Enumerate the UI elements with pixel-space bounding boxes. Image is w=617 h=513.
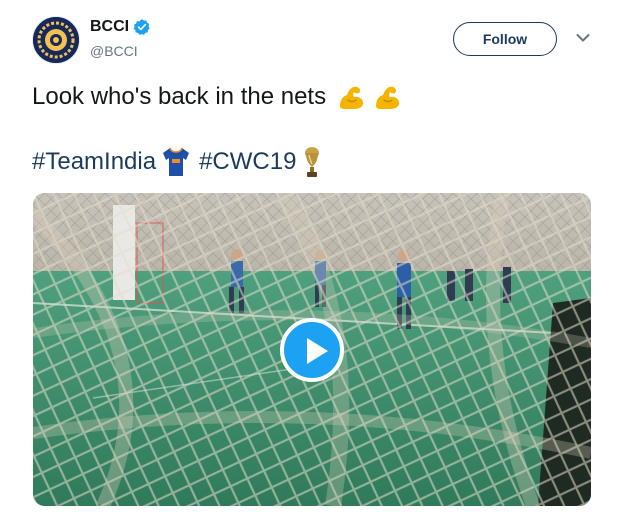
- hashtag-cwc19[interactable]: #CWC19: [199, 148, 296, 176]
- tweet-body: Look who's back in the nets: [32, 83, 327, 110]
- avatar[interactable]: [32, 16, 80, 64]
- display-name[interactable]: BCCI: [90, 18, 129, 36]
- flexed-biceps-icon: [376, 86, 400, 109]
- play-button[interactable]: [280, 318, 344, 382]
- author-name-row[interactable]: BCCI: [90, 18, 151, 36]
- verified-badge-icon: [133, 19, 150, 35]
- tweet-text: Look who's back in the nets: [32, 82, 402, 112]
- play-icon: [307, 338, 328, 364]
- video-thumbnail[interactable]: [33, 193, 591, 506]
- user-handle[interactable]: @BCCI: [90, 43, 138, 59]
- tweet-card: BCCI @BCCI Follow Look who's back in the…: [0, 0, 617, 513]
- india-jersey-icon: [163, 147, 190, 176]
- flexed-biceps-icon: [340, 86, 364, 109]
- world-cup-trophy-icon: [305, 147, 320, 177]
- hashtag-row: #TeamIndia #CWC19: [32, 145, 322, 179]
- hashtag-teamindia[interactable]: #TeamIndia: [32, 148, 156, 176]
- chevron-down-icon[interactable]: [576, 33, 590, 43]
- bcci-logo-icon: [33, 17, 79, 63]
- follow-button[interactable]: Follow: [453, 22, 557, 56]
